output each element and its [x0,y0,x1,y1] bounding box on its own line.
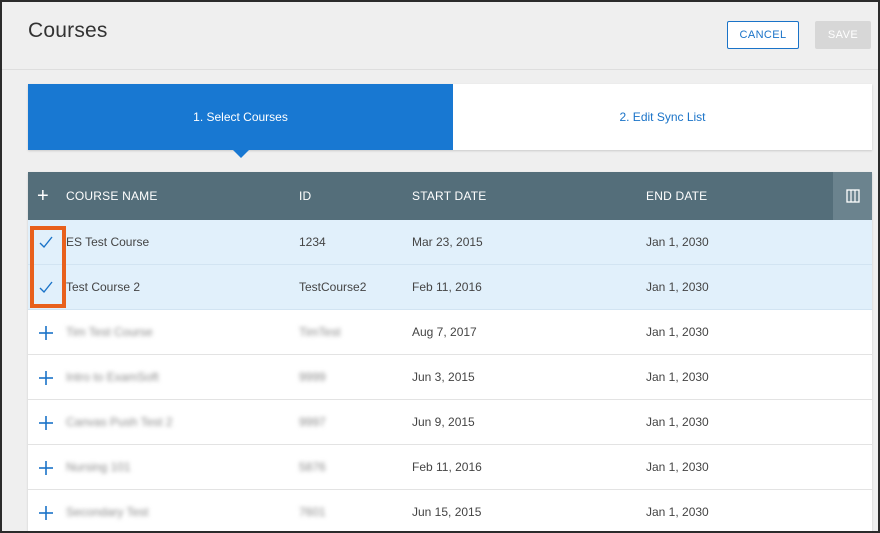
plus-icon[interactable] [38,490,54,531]
course-name-cell: Intro to ExamSoft [66,370,159,384]
table-header: + COURSE NAME ID START DATE END DATE [28,172,872,220]
course-id-cell: 7601 [299,505,326,519]
plus-icon[interactable] [38,400,54,445]
table-row[interactable]: Test Course 2 TestCourse2 Feb 11, 2016 Jan … [28,265,872,310]
courses-table: + COURSE NAME ID START DATE END DATE ES … [28,172,872,531]
step-select-courses[interactable]: 1. Select Courses [28,84,453,150]
table-row[interactable]: ES Test Course 1234 Mar 23, 2015 Jan 1, 203… [28,220,872,265]
course-id-cell: 5876 [299,460,326,474]
column-end-date[interactable]: END DATE [646,172,707,220]
course-name-cell: Secondary Test [66,505,149,519]
course-id-cell: 9999 [299,370,326,384]
course-name-cell: ES Test Course [66,235,150,249]
wizard-steps: 1. Select Courses 2. Edit Sync List [28,84,872,158]
column-start-date[interactable]: START DATE [412,172,486,220]
column-course-name[interactable]: COURSE NAME [66,172,158,220]
page-header: Courses CANCEL SAVE [2,2,878,70]
app-window: Courses CANCEL SAVE 1. Select Courses 2.… [0,0,880,533]
plus-icon[interactable] [38,445,54,490]
end-date-cell: Jan 1, 2030 [646,460,709,474]
course-id-cell: TimTest [299,325,341,339]
end-date-cell: Jan 1, 2030 [646,325,709,339]
end-date-cell: Jan 1, 2030 [646,280,709,294]
plus-icon[interactable] [38,355,54,400]
page-title: Courses [28,19,108,42]
table-row[interactable]: Nursing 101 5876 Feb 11, 2016 Jan 1, 2030 [28,445,872,490]
course-name-cell: Canvas Push Test 2 [66,415,173,429]
start-date-cell: Jun 15, 2015 [412,505,482,519]
course-id-cell: 1234 [299,235,326,249]
active-step-indicator [233,150,249,158]
table-row[interactable]: Secondary Test 7601 Jun 15, 2015 Jan 1, 203… [28,490,872,531]
cancel-button[interactable]: CANCEL [727,21,799,49]
start-date-cell: Aug 7, 2017 [412,325,477,339]
table-row[interactable]: Intro to ExamSoft 9999 Jun 3, 2015 Jan 1, 2… [28,355,872,400]
start-date-cell: Jun 3, 2015 [412,370,475,384]
plus-icon[interactable] [38,310,54,355]
column-id[interactable]: ID [299,172,311,220]
end-date-cell: Jan 1, 2030 [646,370,709,384]
table-row[interactable]: Canvas Push Test 2 9997 Jun 9, 2015 Jan 1, … [28,400,872,445]
end-date-cell: Jan 1, 2030 [646,415,709,429]
start-date-cell: Feb 11, 2016 [412,460,482,474]
save-button[interactable]: SAVE [815,21,871,49]
column-chooser-icon[interactable] [833,172,872,220]
table-row[interactable]: Tim Test Course TimTest Aug 7, 2017 Jan 1, … [28,310,872,355]
course-id-cell: 9997 [299,415,326,429]
end-date-cell: Jan 1, 2030 [646,235,709,249]
course-name-cell: Tim Test Course [66,325,153,339]
course-name-cell: Nursing 101 [66,460,131,474]
add-all-plus-icon[interactable]: + [37,172,53,220]
course-name-cell: Test Course 2 [66,280,141,294]
start-date-cell: Mar 23, 2015 [412,235,483,249]
start-date-cell: Feb 11, 2016 [412,280,482,294]
end-date-cell: Jan 1, 2030 [646,505,709,519]
checkmark-icon[interactable] [38,265,54,310]
course-id-cell: TestCourse2 [299,280,367,294]
checkmark-icon[interactable] [38,220,54,265]
start-date-cell: Jun 9, 2015 [412,415,475,429]
step-edit-sync-list[interactable]: 2. Edit Sync List [453,84,872,150]
